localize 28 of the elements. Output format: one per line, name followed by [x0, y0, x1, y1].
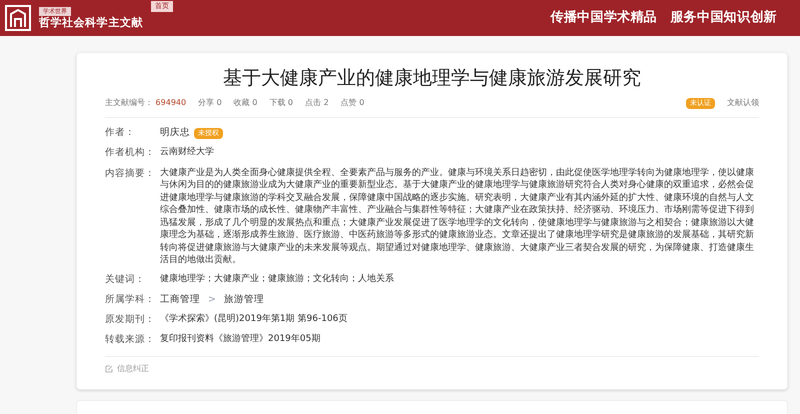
field-label: 内容摘要： — [105, 166, 156, 180]
stat-item: 分享 0 — [198, 97, 222, 109]
stat-item: 下载 0 — [269, 97, 294, 109]
field-label: 所属学科： — [105, 292, 156, 307]
field-value: 大健康产业是为人类全面身心健康提供全程、全要素产品与服务的产业。健康与环境关系日趋密切，由此促使医学地理学转向为健康地理学，使以健康与休闲为目的的健康旅游业成为大健康产业的重要新型业态。基于大健康产业的健康地理学与健康旅游研究符合人类对身心健康的双重追求，必然会促进健康地理学与健康旅游的学科交叉融合发展，保障健康中国战略的逐步实施。研究表明，大健康产业有其内涵外延的扩大性、健康环境的自然与人文综合叠加性、健康市场的成长性、健康物产丰富性、产业融合与集群性等特征；大健康产业在政策扶持、经济驱动、环境压力、市场刚需等促进下得到迅猛发展，形成了几个明显的发展热点和重点；大健康产业发展促进了医学地理学的文化转向，使健康地理学与健康旅游与之相契合；健康旅游以大健康理念为基础，逐渐形成养生旅游、医疗旅游、中医药旅游等多形式的健康旅游业态。文章还提出了健康地理学研究是健康旅游的发展基础，其研究新转向将促进健康旅游与大健康产业的未来发展等观点。期望通过对健康地理学、健康旅游、大健康产业三者契合发展的研究，为保障健康、打造健康生活目的地做出贡献。 — [160, 166, 755, 266]
field-value: 健康地理学；大健康产业；健康旅游；文化转向；人地关系 — [160, 272, 395, 285]
field-value: 复印报刊资料《旅游管理》2019年05期 — [160, 333, 322, 346]
logo-icon — [5, 5, 31, 31]
edit-icon — [105, 364, 113, 372]
field-label: 作者： — [105, 126, 136, 140]
field-label: 关键词： — [105, 272, 146, 286]
breadcrumb-separator: > — [208, 292, 216, 307]
stat-item: 主文献编号： 694940 — [105, 97, 186, 109]
field-label: 原发期刊： — [105, 313, 156, 327]
subject-link[interactable]: 旅游管理 — [224, 292, 264, 307]
stat-item: 点击 2 — [305, 97, 329, 109]
stat-item: 收藏 0 — [234, 97, 258, 109]
field-value: 《学术探索》(昆明)2019年第1期 第96-106页 — [160, 313, 348, 326]
author-name[interactable]: 明庆忠 — [160, 126, 190, 140]
field-label: 作者机构： — [105, 146, 156, 160]
site-name: 哲学社会科学主文献 — [39, 16, 143, 30]
subject-link[interactable]: 工商管理 — [160, 292, 200, 307]
stat-item: 点赞 0 — [340, 97, 364, 109]
article-title: 基于大健康产业的健康地理学与健康旅游发展研究 — [222, 66, 642, 91]
slogan: 传播中国学术精品 服务中国知识创新 — [550, 8, 777, 28]
field-value: 云南财经大学 — [160, 146, 215, 159]
field-label: 转载来源： — [105, 333, 156, 348]
claim-link[interactable]: 文献认领 — [727, 97, 759, 109]
